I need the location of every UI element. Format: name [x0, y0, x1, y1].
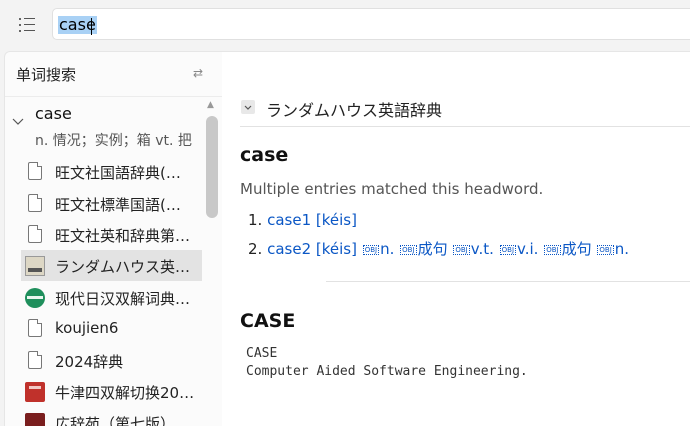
- headword: case: [240, 144, 289, 166]
- definition-line: Computer Aided Software Engineering.: [246, 364, 528, 379]
- dictionary-label: 旺文社標準国語(…: [55, 196, 181, 214]
- obj-glyph: OBJ: [499, 245, 517, 255]
- scrollbar[interactable]: ▲: [204, 96, 220, 426]
- document-icon: [25, 194, 45, 214]
- dictionary-title: ランダムハウス英語辞典: [266, 101, 443, 120]
- dictionary-item[interactable]: 広辞苑（第七版）: [21, 407, 203, 426]
- divider: [240, 126, 690, 127]
- swap-icon[interactable]: ⇄: [193, 66, 203, 80]
- entry-word[interactable]: case: [35, 104, 72, 123]
- toolbar: case: [0, 0, 690, 50]
- definition-line: CASE: [246, 346, 278, 361]
- result-number: 2.: [248, 240, 263, 258]
- result-number: 1.: [248, 211, 263, 229]
- result-link[interactable]: v.t.: [471, 240, 499, 258]
- red-book-icon: [25, 382, 45, 402]
- dictionary-item[interactable]: 旺文社英和辞典第…: [21, 219, 203, 250]
- dictionary-item[interactable]: 旺文社標準国語(…: [21, 188, 203, 219]
- result-item[interactable]: 1. case1 [kéis]: [248, 211, 357, 229]
- result-link[interactable]: n.: [380, 240, 399, 258]
- chevron-down-icon: [244, 105, 252, 110]
- result-link[interactable]: case1 [kéis]: [267, 211, 357, 229]
- obj-glyph: OBJ: [544, 245, 561, 255]
- result-link[interactable]: 成句: [562, 240, 597, 258]
- dictionary-item[interactable]: 牛津四双解切换20…: [21, 376, 203, 407]
- document-icon: [25, 351, 45, 371]
- collapse-toggle[interactable]: [241, 100, 255, 114]
- result-item[interactable]: 2. case2 [kéis] OBJ n. OBJ 成句 OBJ v.t. OBJ v…: [248, 238, 629, 259]
- dictionary-label: 旺文社国語辞典(…: [55, 164, 181, 182]
- obj-glyph: OBJ: [453, 245, 470, 255]
- obj-glyph: OBJ: [597, 245, 614, 255]
- dictionary-label: ランダムハウス英…: [55, 258, 191, 276]
- dictionary-label: 広辞苑（第七版）: [55, 415, 176, 426]
- divider: [326, 281, 690, 282]
- definition-pane: ランダムハウス英語辞典 case Multiple entries matche…: [222, 51, 690, 426]
- divider: [5, 96, 222, 97]
- headword-2: CASE: [240, 310, 296, 332]
- dictionary-label: 牛津四双解切换20…: [55, 384, 195, 402]
- sidebar-title: 单词搜索: [16, 66, 77, 84]
- list-menu-icon[interactable]: [14, 14, 36, 36]
- dictionary-item-selected[interactable]: ランダムハウス英…: [21, 250, 202, 281]
- dictionary-label: koujien6: [55, 319, 119, 337]
- koujien-book-icon: [25, 413, 45, 426]
- dictionary-item[interactable]: 现代日汉双解词典…: [21, 282, 203, 313]
- entry-definition: n. 情况；实例；箱 vt. 把: [35, 133, 192, 149]
- dictionary-label: 现代日汉双解词典…: [55, 290, 191, 308]
- match-note: Multiple entries matched this headword.: [240, 180, 544, 198]
- dictionary-item[interactable]: koujien6: [21, 313, 203, 344]
- obj-glyph: OBJ: [362, 245, 380, 255]
- search-input[interactable]: case: [52, 8, 690, 40]
- result-link[interactable]: 成句: [418, 240, 453, 258]
- scroll-up-icon[interactable]: ▲: [207, 100, 214, 110]
- document-icon: [25, 319, 45, 339]
- sidebar: 单词搜索 ⇄ case n. 情况；实例；箱 vt. 把 ▲ 旺文社国語辞典(……: [4, 51, 223, 426]
- scroll-thumb[interactable]: [206, 116, 218, 218]
- document-icon: [25, 225, 45, 245]
- obj-glyph: OBJ: [400, 245, 417, 255]
- result-link[interactable]: v.i.: [517, 240, 543, 258]
- document-icon: [25, 162, 45, 182]
- dictionary-label: 旺文社英和辞典第…: [55, 227, 191, 245]
- chevron-down-icon[interactable]: [12, 116, 24, 128]
- result-link[interactable]: case2 [kéis]: [267, 240, 362, 258]
- result-link[interactable]: n.: [615, 240, 629, 258]
- green-globe-icon: [25, 288, 45, 308]
- dictionary-label: 2024辞典: [55, 353, 124, 371]
- dictionary-item[interactable]: 2024辞典: [21, 345, 203, 376]
- random-house-book-icon: [25, 256, 45, 276]
- dictionary-item[interactable]: 旺文社国語辞典(…: [21, 156, 203, 187]
